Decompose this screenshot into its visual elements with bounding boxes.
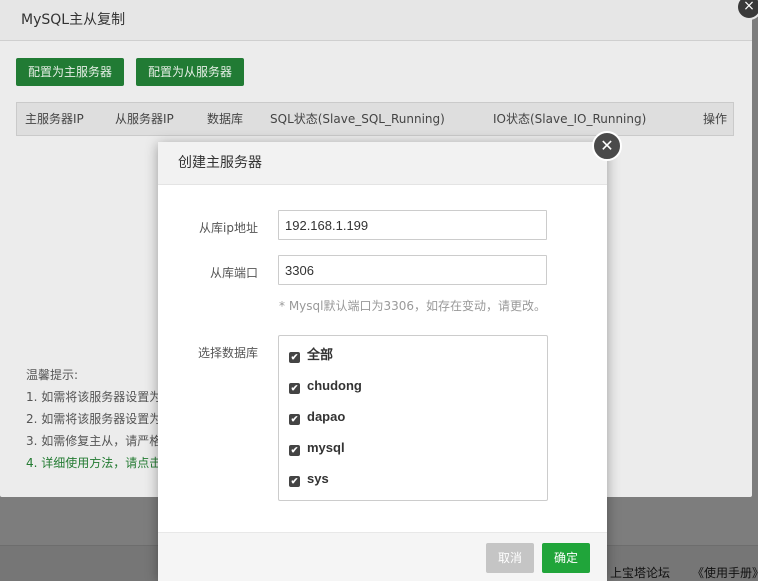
db-option-mysql[interactable]: ✔ mysql [289, 439, 345, 457]
db-select-label: 选择数据库 [197, 346, 258, 360]
port-hint: * Mysql默认端口为3306，如存在变动，请更改。 [279, 299, 547, 313]
confirm-button[interactable]: 确定 [542, 543, 590, 573]
tip-item: 2. 如需将该服务器设置为 [26, 412, 162, 426]
window-title: MySQL主从复制 [0, 0, 752, 41]
tip-usage-link[interactable]: 4. 详细使用方法，请点击 [26, 452, 161, 474]
cancel-button[interactable]: 取消 [486, 543, 534, 573]
tips-title: 温馨提示: [26, 368, 79, 382]
set-slave-button[interactable]: 配置为从服务器 [136, 58, 245, 86]
col-database: 数据库 [207, 112, 244, 126]
checkbox-checked-icon[interactable]: ✔ [289, 352, 300, 363]
col-actions: 操作 [703, 112, 728, 126]
db-option-chudong[interactable]: ✔ chudong [289, 377, 362, 395]
create-master-dialog: 创建主服务器 从库ip地址 从库端口 * Mysql默认端口为3306，如存在变… [158, 142, 607, 581]
col-master-ip: 主服务器IP [25, 112, 84, 126]
col-slave-ip: 从服务器IP [115, 112, 174, 126]
db-option-dapao[interactable]: ✔ dapao [289, 408, 345, 426]
db-option-all[interactable]: ✔ 全部 [289, 346, 333, 364]
db-option-label: chudong [307, 378, 362, 393]
tip-item: 1. 如需将该服务器设置为 [26, 390, 162, 404]
checkbox-checked-icon[interactable]: ✔ [289, 445, 300, 456]
dialog-title: 创建主服务器 [158, 142, 607, 185]
slave-port-label: 从库端口 [209, 266, 258, 280]
set-master-button[interactable]: 配置为主服务器 [16, 58, 125, 86]
db-option-label: sys [307, 471, 329, 486]
db-option-sys[interactable]: ✔ sys [289, 470, 329, 488]
dialog-footer: 取消 确定 [158, 532, 607, 581]
manual-link[interactable]: 《使用手册》 [692, 564, 758, 581]
slave-ip-label: 从库ip地址 [199, 221, 258, 235]
forum-link[interactable]: 上宝塔论坛 [610, 564, 670, 581]
db-option-label: mysql [307, 440, 345, 455]
checkbox-checked-icon[interactable]: ✔ [289, 414, 300, 425]
checkbox-checked-icon[interactable]: ✔ [289, 476, 300, 487]
slave-ip-input[interactable] [278, 210, 547, 240]
tip-item: 3. 如需修复主从，请严格 [26, 434, 162, 448]
dialog-close-icon[interactable]: ✕ [592, 131, 622, 161]
col-sql-status: SQL状态(Slave_SQL_Running) [270, 112, 445, 126]
db-option-label: dapao [307, 409, 346, 424]
slave-port-input[interactable] [278, 255, 547, 285]
tips-panel: 温馨提示: 1. 如需将该服务器设置为 2. 如需将该服务器设置为 3. 如需修… [26, 364, 161, 474]
database-select-list: ✔ 全部 ✔ chudong ✔ dapao ✔ mysql ✔ sys [278, 335, 548, 501]
col-io-status: IO状态(Slave_IO_Running) [493, 112, 647, 126]
db-option-label: 全部 [307, 347, 334, 362]
replication-table-header: 主服务器IP 从服务器IP 数据库 SQL状态(Slave_SQL_Runnin… [16, 102, 734, 136]
checkbox-checked-icon[interactable]: ✔ [289, 383, 300, 394]
